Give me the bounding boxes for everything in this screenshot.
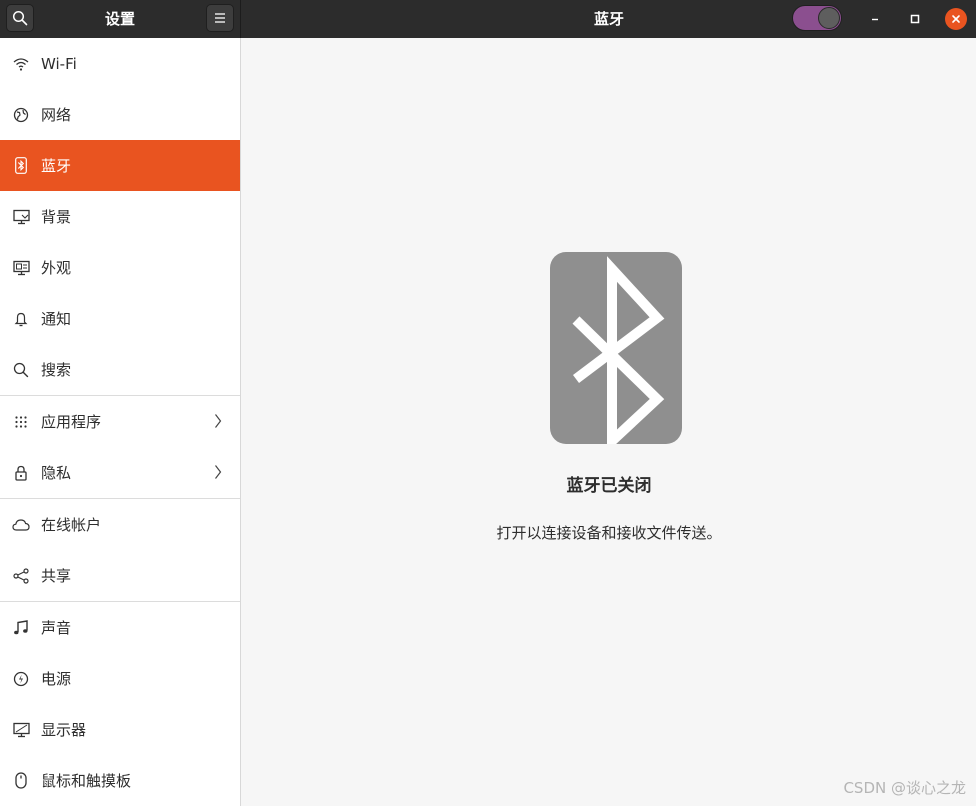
- sidebar-item-sound[interactable]: 声音: [0, 602, 240, 653]
- sidebar-item-applications[interactable]: 应用程序: [0, 396, 240, 447]
- sidebar-item-label: 共享: [41, 567, 72, 585]
- bluetooth-panel: 蓝牙已关闭 打开以连接设备和接收文件传送。 CSDN @谈心之龙: [242, 38, 976, 806]
- sidebar-item-wifi[interactable]: Wi-Fi: [0, 38, 240, 89]
- lock-icon: [12, 464, 30, 482]
- maximize-button[interactable]: [904, 8, 926, 30]
- sidebar-item-network[interactable]: 网络: [0, 89, 240, 140]
- network-globe-icon: [12, 106, 30, 124]
- bluetooth-toggle-switch[interactable]: [792, 5, 842, 31]
- sidebar-item-mouse-touchpad[interactable]: 鼠标和触摸板: [0, 755, 240, 806]
- cloud-icon: [12, 516, 30, 534]
- sidebar-item-label: 在线帐户: [41, 516, 102, 534]
- apps-grid-icon: [12, 413, 30, 431]
- sidebar-item-label: 鼠标和触摸板: [41, 772, 132, 790]
- chevron-right-icon: [215, 414, 222, 428]
- watermark: CSDN @谈心之龙: [843, 779, 966, 797]
- sidebar-item-label: 蓝牙: [41, 157, 72, 175]
- sidebar-item-label: 搜索: [41, 361, 72, 379]
- sidebar-item-label: 外观: [41, 259, 72, 277]
- sidebar-item-label: 显示器: [41, 721, 87, 739]
- bluetooth-status-description: 打开以连接设备和接收文件传送。: [496, 524, 722, 542]
- sidebar-item-notifications[interactable]: 通知: [0, 293, 240, 344]
- bluetooth-disabled-icon: [550, 252, 682, 444]
- sidebar-item-sharing[interactable]: 共享: [0, 550, 240, 601]
- sidebar-title: 设置: [104, 10, 135, 28]
- header-bar: 设置 蓝牙: [0, 0, 976, 38]
- background-monitor-icon: [12, 208, 30, 226]
- close-icon: [952, 15, 960, 23]
- chevron-right-icon: [215, 465, 222, 479]
- notification-bell-icon: [12, 310, 30, 328]
- appearance-icon: [12, 259, 30, 277]
- sidebar: Wi-Fi 网络 蓝牙 背景 外观 通知 搜索 应用程序 隐私 在线帐户 共享 …: [0, 38, 241, 806]
- sidebar-item-background[interactable]: 背景: [0, 191, 240, 242]
- hamburger-menu-icon: [215, 13, 225, 23]
- display-icon: [12, 721, 30, 739]
- search-button[interactable]: [6, 4, 34, 32]
- settings-window: 设置 蓝牙 Wi-Fi 网络 蓝牙 背景 外观 通知 搜索 应用程序 隐私 在线…: [0, 0, 976, 806]
- music-note-icon: [12, 619, 30, 637]
- sidebar-item-label: 通知: [41, 310, 72, 328]
- share-icon: [12, 567, 30, 585]
- sidebar-item-label: Wi-Fi: [41, 54, 77, 73]
- sidebar-item-displays[interactable]: 显示器: [0, 704, 240, 755]
- mouse-icon: [12, 772, 30, 790]
- maximize-icon: [910, 14, 920, 24]
- sidebar-item-search[interactable]: 搜索: [0, 344, 240, 395]
- sidebar-item-appearance[interactable]: 外观: [0, 242, 240, 293]
- minimize-icon: [872, 18, 878, 21]
- sidebar-item-bluetooth[interactable]: 蓝牙: [0, 140, 240, 191]
- sidebar-item-privacy[interactable]: 隐私: [0, 447, 240, 498]
- minimize-button[interactable]: [864, 8, 886, 30]
- sidebar-item-label: 电源: [41, 670, 72, 688]
- sidebar-item-label: 背景: [41, 208, 72, 226]
- bluetooth-status-title: 蓝牙已关闭: [566, 476, 652, 496]
- menu-button[interactable]: [206, 4, 234, 32]
- close-button[interactable]: [945, 8, 967, 30]
- sidebar-item-label: 应用程序: [41, 413, 102, 431]
- wifi-icon: [12, 55, 30, 73]
- header-bar-sidebar-section: 设置: [0, 0, 241, 38]
- toggle-knob[interactable]: [818, 7, 840, 29]
- power-icon: [12, 670, 30, 688]
- search-icon: [12, 361, 30, 379]
- search-icon: [12, 10, 28, 26]
- sidebar-item-label: 隐私: [41, 464, 72, 482]
- bluetooth-icon: [12, 157, 30, 175]
- sidebar-item-label: 网络: [41, 106, 72, 124]
- sidebar-item-label: 声音: [41, 619, 72, 637]
- sidebar-item-power[interactable]: 电源: [0, 653, 240, 704]
- sidebar-item-online-accounts[interactable]: 在线帐户: [0, 499, 240, 550]
